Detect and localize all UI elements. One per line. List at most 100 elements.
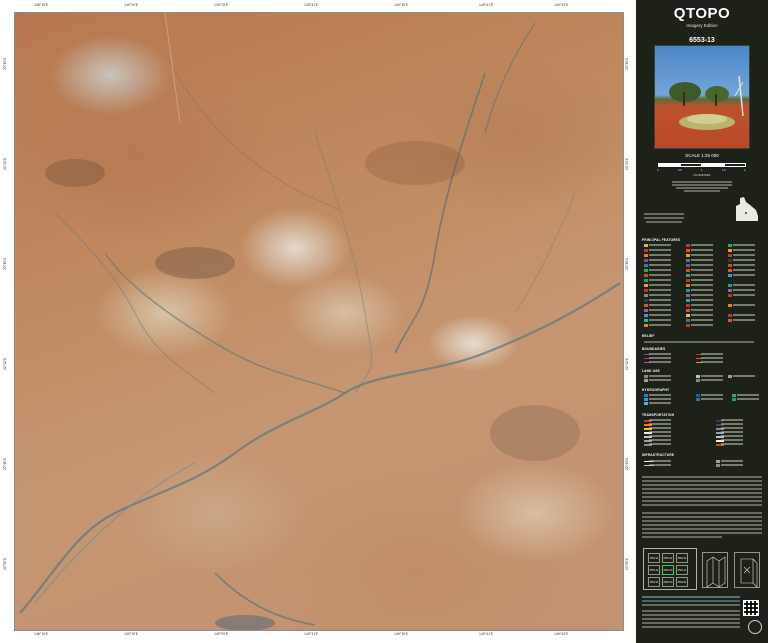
legend-item [728,249,758,252]
text-block [644,217,684,219]
legend-item [716,435,756,438]
legend-item [644,394,684,397]
legend-item [686,319,716,322]
legend-item [716,419,756,422]
legend-item [728,259,758,262]
scale-unit: KILOMETRES [693,174,711,177]
index-cell: 6553-14 [648,565,660,575]
cover-diagram-illustration [740,558,758,588]
legend-item [644,375,684,378]
legend-item [716,464,756,467]
legend-item [644,309,674,312]
legend-item [644,319,674,322]
legend-item [696,394,730,397]
legend-item [644,259,674,262]
index-cell: 6553-12 [676,565,688,575]
legend-item [644,249,674,252]
legend-item [728,375,762,378]
grid-label: 22°34'S [625,157,630,171]
legend-item [644,294,674,297]
legend-item [644,289,674,292]
legend-item [716,443,756,446]
queensland-locator-map [736,197,758,221]
legend-heading: RELIEF [642,334,655,338]
legend-item [644,274,674,277]
scale-tick: 2 [744,169,746,172]
grid-label: 149°41'E [479,3,494,7]
grid-label: 149°19'E [124,3,139,7]
text-block [642,610,740,612]
legend-item [644,304,674,307]
text-block [642,512,762,514]
map-frame: 148°15'E 149°19'E 149°25'E 149°31'E 149°… [0,0,636,643]
grid-label: 149°25'E [214,632,229,636]
legend-item [686,264,716,267]
text-block [642,484,762,486]
qr-code[interactable] [743,600,759,616]
legend-item [644,254,674,257]
legend-item [696,398,730,401]
legend-item [686,244,716,247]
grid-label: 22°38'S [3,257,8,271]
legend-item [686,294,716,297]
grid-labels-left: 22°30'S 22°34'S 22°38'S 22°42'S 22°46'S … [3,12,13,631]
legend-item [728,319,758,322]
queensland-crest-icon [748,620,762,634]
text-block [642,516,762,518]
text-block [642,480,762,482]
legend-item [686,279,716,282]
legend-heading: HYDROGRAPHY [642,388,670,392]
legend-item [732,398,762,401]
text-block [642,528,762,530]
legend-item [728,304,758,307]
legend-heading: INFRASTRUCTURE [642,453,675,457]
grid-labels-bottom: 148°15'E 149°19'E 149°25'E 149°31'E 149°… [14,632,624,640]
legend-item [644,379,684,382]
legend-item [716,460,756,463]
legend-heading: BOUNDARIES [642,347,666,351]
grid-label: 148°15'E [34,3,49,7]
text-block [642,492,762,494]
legend-item [686,284,716,287]
scale-bar [658,163,746,167]
legend-item [696,357,736,360]
legend-item [644,464,684,467]
legend-item [644,427,684,430]
scale-tick: 1.5 [722,169,726,172]
grid-label: 22°42'S [625,357,630,371]
sheet-number: 6553-13 [689,37,715,44]
legend-item [716,431,756,434]
legend-item [686,269,716,272]
legend-item [644,443,684,446]
legend-item [644,402,684,405]
satellite-map[interactable] [14,12,624,631]
legend-item [728,289,758,292]
text-block [672,181,732,183]
grid-label: 22°50'S [625,557,630,571]
text-block [642,600,740,602]
legend-item [686,274,716,277]
legend-item [686,314,716,317]
grid-label: 22°46'S [625,457,630,471]
legend-item [728,294,758,297]
text-block [642,536,722,538]
text-block [642,622,740,624]
adjoining-sheets-index: 6553-21 6553-22 6553-23 6553-14 6553-13 … [643,548,697,590]
legend-item [728,264,758,267]
text-block [644,213,684,215]
legend-item [686,309,716,312]
legend-item [644,419,684,422]
scale-ticks: 0 0.5 1 1.5 2 [654,169,750,173]
text-block [642,524,762,526]
grid-label: 149°31'E [304,632,319,636]
grid-label: 22°34'S [3,157,8,171]
legend-item [728,274,758,277]
legend-item [696,361,736,364]
legend-item [728,244,758,247]
grid-label: 22°50'S [3,557,8,571]
legend-item [732,394,762,397]
grid-labels-top: 148°15'E 149°19'E 149°25'E 149°31'E 149°… [14,3,624,11]
grid-label: 22°46'S [3,457,8,471]
legend-heading: LAND USE [642,369,660,373]
grid-label: 149°35'E [394,632,409,636]
